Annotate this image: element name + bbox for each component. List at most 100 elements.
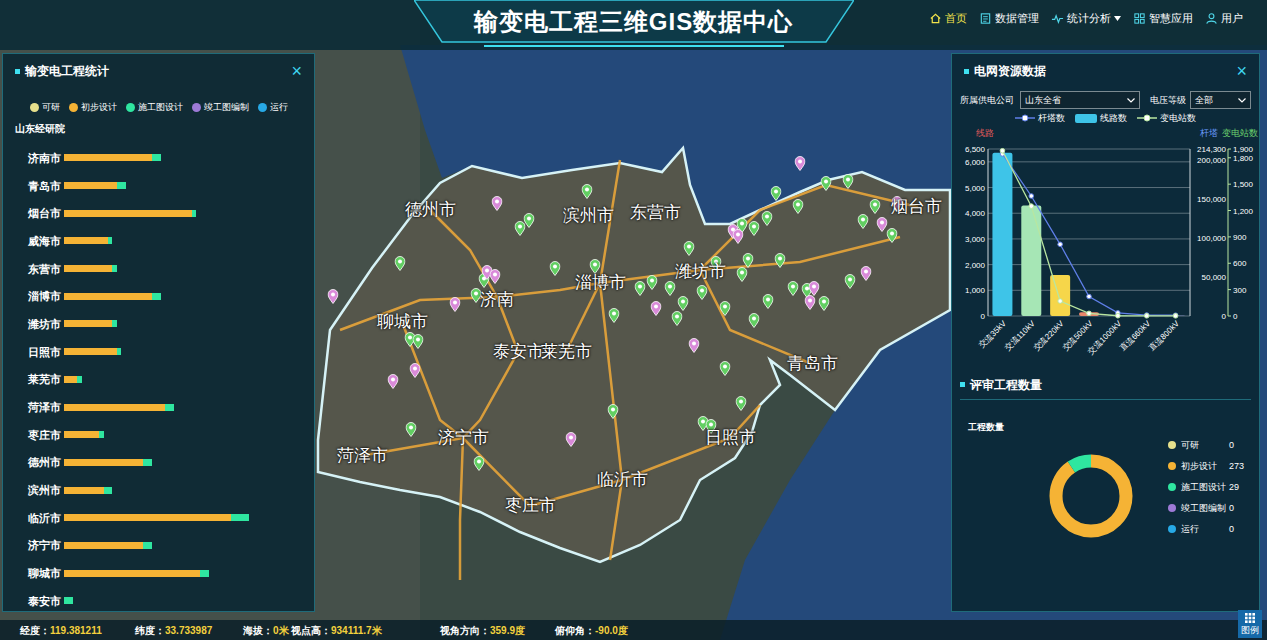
map-marker[interactable] (490, 269, 501, 284)
donut-legend-item[interactable]: 可研0 (1168, 434, 1244, 455)
city-row[interactable]: 济南市 (3, 144, 314, 172)
map-marker[interactable] (845, 274, 856, 289)
map-marker[interactable] (590, 259, 601, 274)
donut-legend-item[interactable]: 运行0 (1168, 518, 1244, 539)
substations-point[interactable] (1173, 314, 1178, 319)
map-marker[interactable] (795, 156, 806, 171)
city-row[interactable]: 日照市 (3, 338, 314, 366)
map-marker[interactable] (413, 334, 424, 349)
towers-point[interactable] (1087, 294, 1092, 299)
map-marker[interactable] (743, 253, 754, 268)
close-button[interactable]: × (1236, 62, 1247, 80)
map-marker[interactable] (550, 261, 561, 276)
map-marker[interactable] (819, 296, 830, 311)
map-marker[interactable] (737, 267, 748, 282)
map-marker[interactable] (684, 241, 695, 256)
nav-item[interactable]: 统计分析 (1051, 10, 1121, 26)
city-row[interactable]: 临沂市 (3, 504, 314, 532)
city-row[interactable]: 泰安市 (3, 587, 314, 612)
city-row[interactable]: 威海市 (3, 227, 314, 255)
city-row[interactable]: 莱芜市 (3, 366, 314, 394)
map-marker[interactable] (697, 285, 708, 300)
map-marker[interactable] (524, 213, 535, 228)
map-marker[interactable] (450, 297, 461, 312)
city-row[interactable]: 青岛市 (3, 172, 314, 200)
map-marker[interactable] (678, 296, 689, 311)
donut-legend-item[interactable]: 竣工图编制0 (1168, 497, 1244, 518)
map-marker[interactable] (733, 229, 744, 244)
city-row[interactable]: 枣庄市 (3, 421, 314, 449)
filter-select[interactable]: 山东全省 (1020, 91, 1140, 109)
map-marker[interactable] (858, 214, 869, 229)
map-marker[interactable] (388, 374, 399, 389)
line-count-bar[interactable] (1021, 206, 1041, 316)
map-marker[interactable] (805, 295, 816, 310)
map-marker[interactable] (651, 301, 662, 316)
substations-point[interactable] (1029, 204, 1034, 209)
map-marker[interactable] (762, 211, 773, 226)
chart-legend-item[interactable]: 变电站数 (1137, 112, 1196, 124)
substations-point[interactable] (1058, 299, 1063, 304)
city-row[interactable]: 滨州市 (3, 476, 314, 504)
map-marker[interactable] (843, 174, 854, 189)
donut-segment[interactable] (1056, 461, 1126, 531)
city-row[interactable]: 菏泽市 (3, 393, 314, 421)
donut-segment[interactable] (1056, 461, 1126, 531)
city-row[interactable]: 淄博市 (3, 282, 314, 310)
chart-legend-item[interactable]: 杆塔数 (1015, 112, 1065, 124)
filter-select[interactable]: 全部 (1190, 91, 1251, 109)
towers-point[interactable] (1173, 313, 1178, 318)
map-marker[interactable] (763, 294, 774, 309)
map-marker[interactable] (582, 184, 593, 199)
towers-point[interactable] (1058, 242, 1063, 247)
map-marker[interactable] (749, 313, 760, 328)
map-marker[interactable] (887, 228, 898, 243)
donut-segment[interactable] (1056, 461, 1126, 531)
map-marker[interactable] (870, 199, 881, 214)
chart-legend-item[interactable]: 线路数 (1075, 112, 1127, 124)
map-marker[interactable] (492, 196, 503, 211)
city-row[interactable]: 东营市 (3, 255, 314, 283)
city-row[interactable]: 德州市 (3, 449, 314, 477)
nav-item[interactable]: 首页 (929, 10, 967, 26)
map-marker[interactable] (771, 186, 782, 201)
map-marker[interactable] (689, 338, 700, 353)
map-marker[interactable] (608, 404, 619, 419)
map-marker[interactable] (395, 256, 406, 271)
map-marker[interactable] (775, 253, 786, 268)
map-marker[interactable] (736, 396, 747, 411)
city-row[interactable]: 潍坊市 (3, 310, 314, 338)
donut-segment[interactable] (1056, 461, 1126, 531)
map-marker[interactable] (566, 432, 577, 447)
map-marker[interactable] (665, 281, 676, 296)
nav-item[interactable]: 智慧应用 (1133, 10, 1193, 26)
donut-legend-item[interactable]: 初步设计273 (1168, 455, 1244, 476)
nav-item[interactable]: 数据管理 (979, 10, 1039, 26)
donut-segment[interactable] (1056, 461, 1126, 531)
map-marker[interactable] (609, 308, 620, 323)
map-marker[interactable] (406, 422, 417, 437)
map-marker[interactable] (471, 288, 482, 303)
substations-point[interactable] (1144, 314, 1149, 319)
close-button[interactable]: × (291, 62, 302, 80)
city-row[interactable]: 济宁市 (3, 532, 314, 560)
nav-item[interactable]: 用户 (1205, 10, 1243, 26)
map-marker[interactable] (410, 363, 421, 378)
map-marker[interactable] (720, 361, 731, 376)
map-marker[interactable] (474, 456, 485, 471)
substations-point[interactable] (1116, 313, 1121, 318)
substations-point[interactable] (1087, 311, 1092, 316)
map-marker[interactable] (821, 176, 832, 191)
map-marker[interactable] (877, 217, 888, 232)
map-marker[interactable] (672, 311, 683, 326)
city-row[interactable]: 烟台市 (3, 199, 314, 227)
map-marker[interactable] (515, 221, 526, 236)
map-marker[interactable] (861, 266, 872, 281)
substations-point[interactable] (1000, 148, 1005, 153)
map-marker[interactable] (635, 281, 646, 296)
map-marker[interactable] (749, 221, 760, 236)
map-marker[interactable] (788, 281, 799, 296)
city-row[interactable]: 聊城市 (3, 559, 314, 587)
map-marker[interactable] (328, 289, 339, 304)
towers-point[interactable] (1144, 313, 1149, 318)
